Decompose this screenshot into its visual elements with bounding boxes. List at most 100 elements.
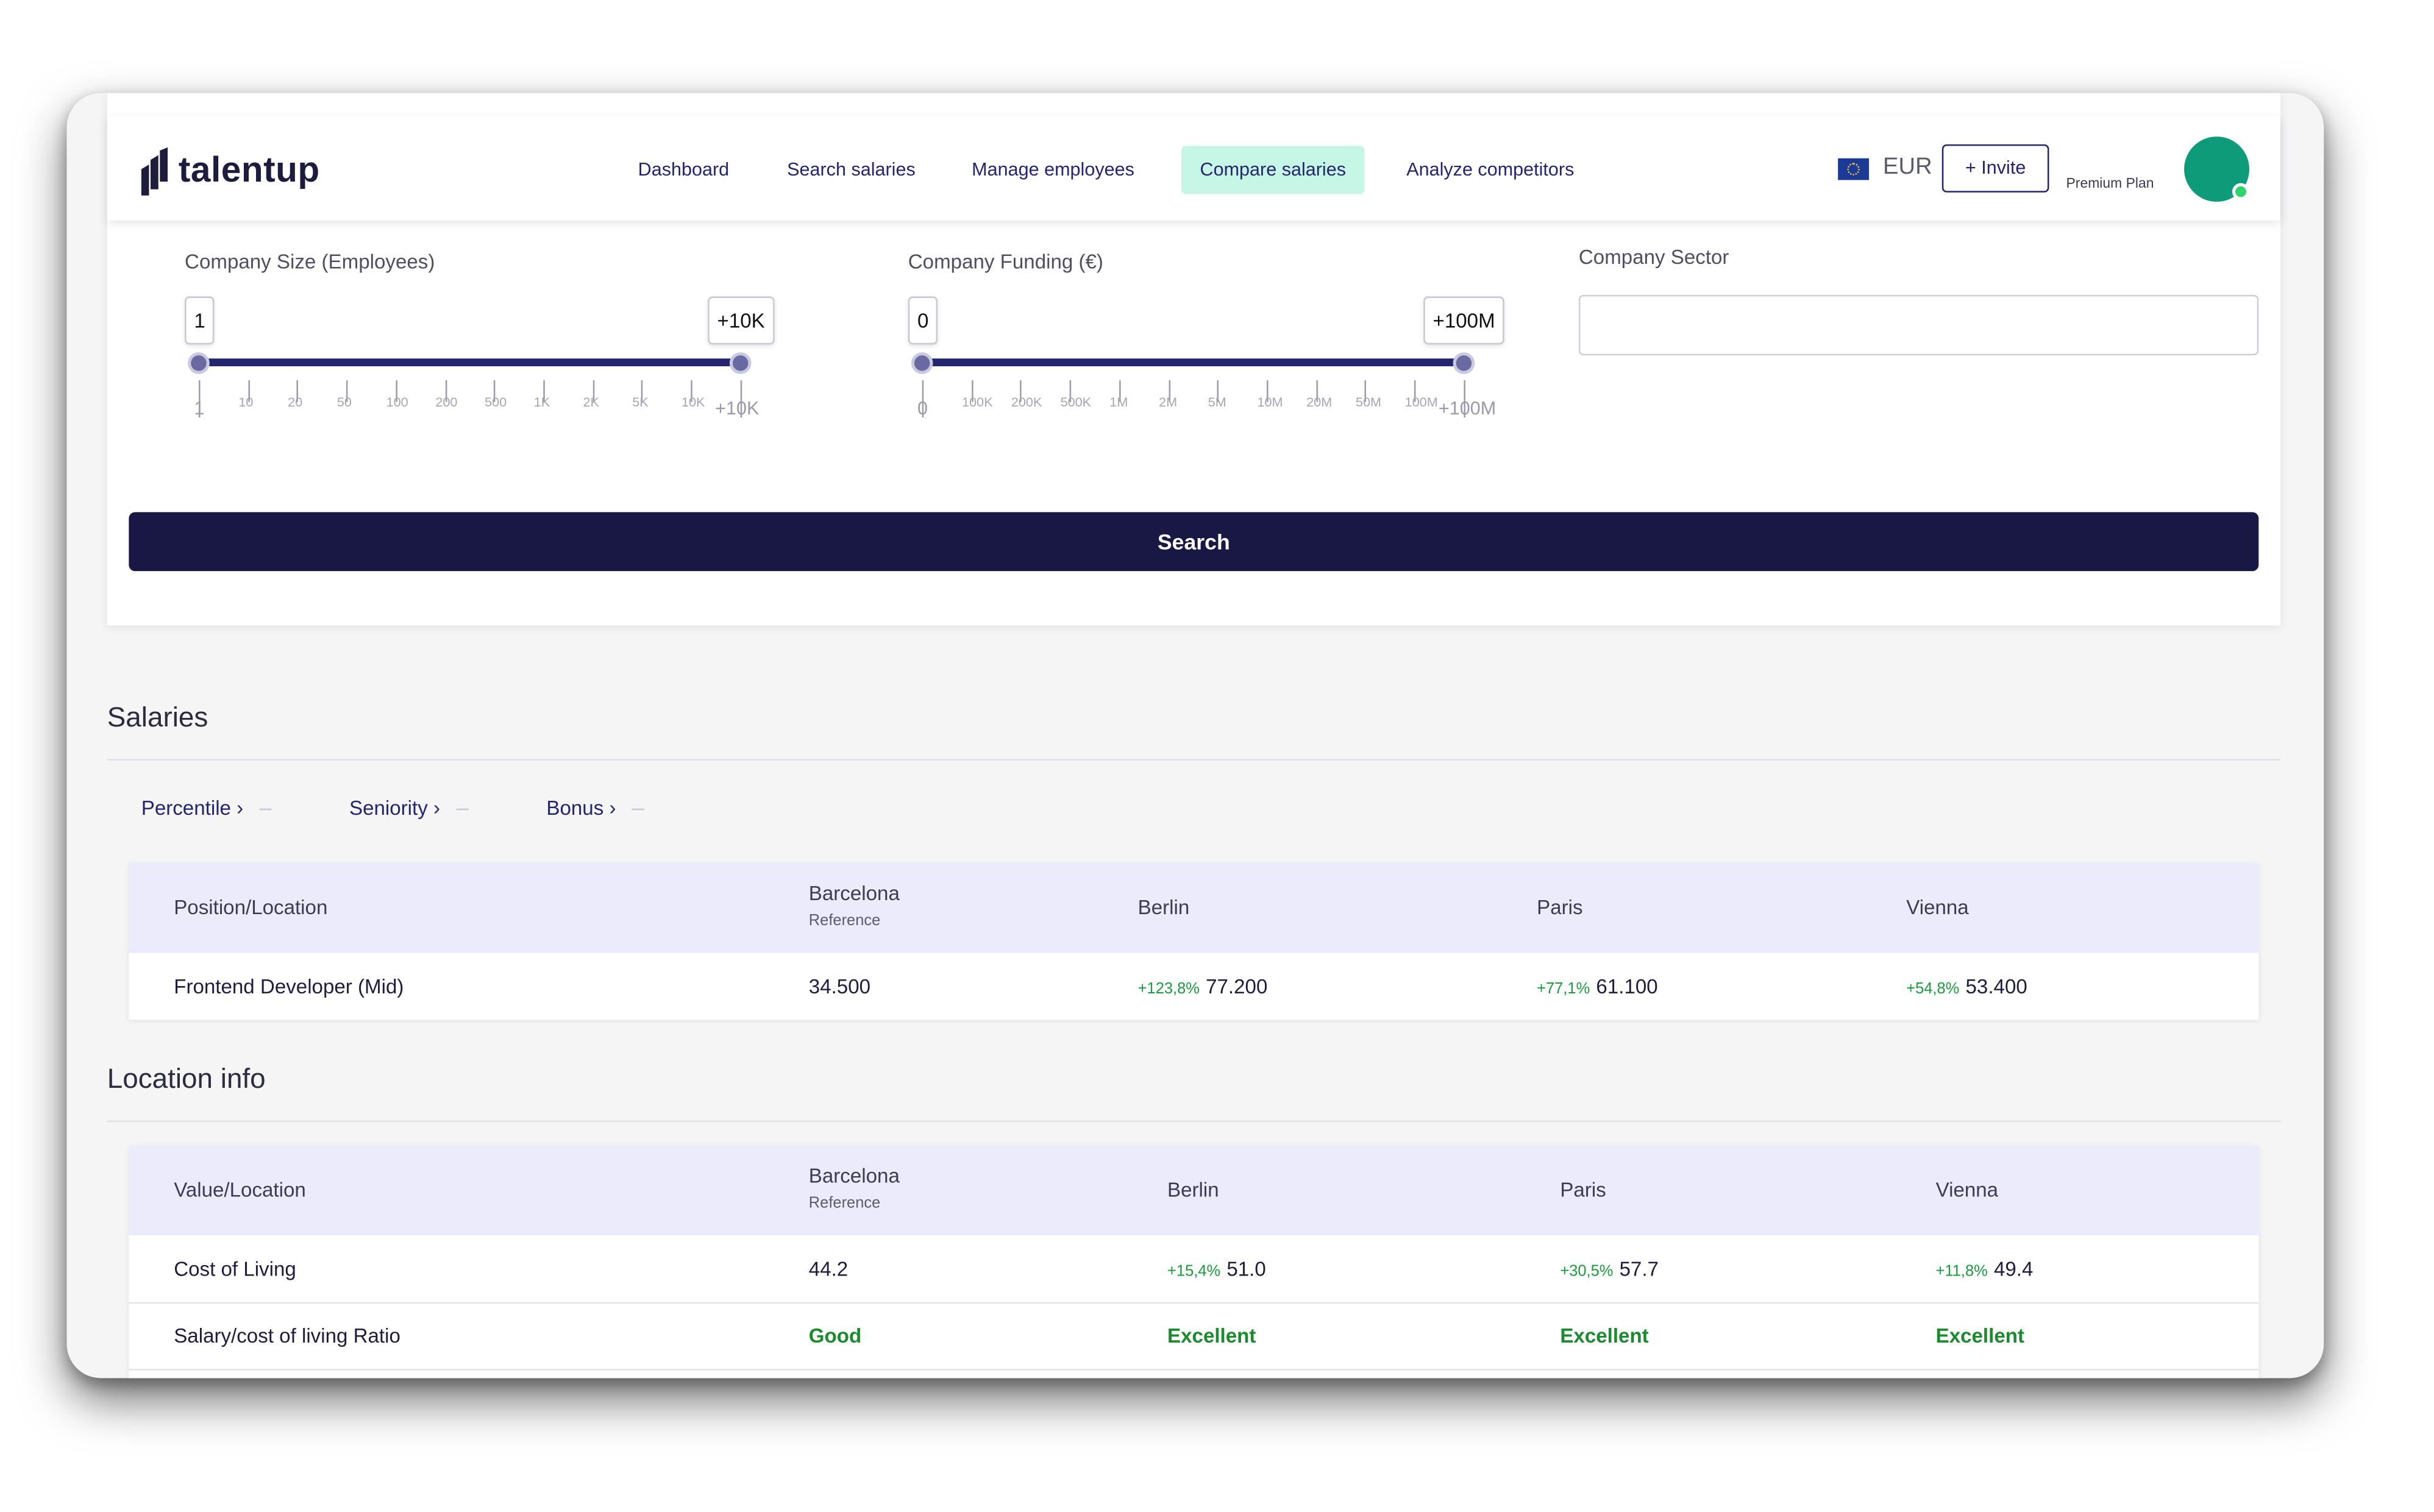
value-paris: 61.100 [1596, 974, 1658, 998]
talentup-logo-icon [141, 147, 168, 196]
column-header-position: Position/Location [174, 895, 328, 919]
ratio-berlin: Excellent [1167, 1324, 1256, 1347]
company-funding-min-handle[interactable] [911, 352, 933, 374]
reference-label: Reference [808, 912, 881, 930]
company-funding-tick-label: 50M [1355, 394, 1382, 410]
company-funding-tick-label: 500K [1060, 394, 1092, 410]
company-funding-slider-track[interactable] [922, 358, 1464, 366]
salary-paris: +77,1% 61.100 [1537, 974, 1658, 998]
salary-vienna: +54,8% 53.400 [1906, 974, 2027, 998]
company-funding-tick-label: 5M [1208, 394, 1226, 410]
company-funding-max-input[interactable]: +100M [1423, 296, 1504, 345]
company-size-tick-label: 10K [681, 394, 705, 410]
nav-dashboard[interactable]: Dashboard [619, 146, 748, 194]
company-size-slider-track[interactable] [198, 358, 741, 366]
tab-seniority-label: Seniority › [349, 796, 441, 820]
company-size-min-handle[interactable] [188, 352, 210, 374]
company-size-tick-label: +10K [715, 397, 760, 419]
ratio-paris: Excellent [1560, 1324, 1649, 1347]
value-berlin: 77.200 [1206, 974, 1268, 998]
salary-berlin: +123,8% 77.200 [1138, 974, 1268, 998]
ratio-barcelona: Good [808, 1324, 862, 1347]
row-divider [129, 1369, 2259, 1371]
column-header-barcelona: Barcelona [808, 881, 900, 905]
cost-berlin: +15,4% 51.0 [1167, 1257, 1266, 1280]
cost-vienna: +11,8% 49.4 [1936, 1257, 2034, 1280]
company-funding-tick-label: 1M [1109, 394, 1128, 410]
company-funding-tick-label: 200K [1011, 394, 1042, 410]
location-table-header: Value/Location Barcelona Reference Berli… [129, 1145, 2259, 1236]
nav-analyze-competitors[interactable]: Analyze competitors [1388, 146, 1593, 194]
company-sector-label: Company Sector [1578, 245, 1729, 269]
company-size-max-input[interactable]: +10K [708, 296, 775, 345]
company-funding-tick-label: 100K [962, 394, 993, 410]
column-header-berlin: Berlin [1167, 1177, 1219, 1202]
company-funding-tick-label: 2M [1159, 394, 1178, 410]
value-vienna: 53.400 [1965, 974, 2027, 998]
cost-barcelona: 44.2 [808, 1257, 849, 1280]
salaries-table-header: Position/Location Barcelona Reference Be… [129, 862, 2259, 953]
column-header-paris: Paris [1537, 895, 1583, 919]
salaries-section-title: Salaries [107, 701, 208, 733]
search-button[interactable]: Search [129, 512, 2259, 572]
location-divider [107, 1120, 2280, 1123]
column-header-vienna: Vienna [1935, 1177, 1999, 1202]
company-funding-tick-label: 100M [1404, 394, 1438, 410]
company-size-label: Company Size (Employees) [185, 250, 435, 274]
company-funding-label: Company Funding (€) [908, 250, 1103, 274]
top-navbar: talentup Dashboard Search salaries Manag… [107, 116, 2280, 221]
company-funding-min-input[interactable]: 0 [908, 296, 938, 345]
plan-label: Premium Plan [2066, 175, 2154, 191]
company-size-tick-label: 20 [288, 394, 303, 410]
column-header-vienna: Vienna [1906, 895, 1969, 919]
cost-paris: +30,5% 57.7 [1560, 1257, 1659, 1280]
tab-bonus-label: Bonus › [546, 796, 616, 820]
delta-berlin: +15,4% [1167, 1263, 1221, 1280]
company-size-tick-label: 200 [435, 394, 458, 410]
tab-percentile-label: Percentile › [141, 796, 244, 820]
company-funding-tick-label: +100M [1438, 397, 1496, 419]
tab-bonus[interactable]: Bonus › [546, 796, 644, 820]
company-sector-input[interactable] [1578, 294, 2259, 356]
row-label: Cost of Living [174, 1257, 296, 1280]
currency-selector[interactable]: EUR [1883, 154, 1932, 180]
eu-flag-icon[interactable] [1838, 158, 1870, 180]
delta-paris: +77,1% [1537, 981, 1590, 998]
ratio-vienna: Excellent [1935, 1324, 2025, 1347]
row-divider [129, 1302, 2259, 1304]
company-funding-max-handle[interactable] [1453, 352, 1475, 374]
tab-seniority[interactable]: Seniority › [349, 796, 468, 820]
app-window: talentup Dashboard Search salaries Manag… [66, 93, 2324, 1379]
invite-button[interactable]: + Invite [1941, 144, 2049, 193]
value-vienna: 49.4 [1993, 1257, 2034, 1280]
column-header-berlin: Berlin [1137, 895, 1190, 919]
column-header-paris: Paris [1560, 1177, 1606, 1202]
nav-manage-employees[interactable]: Manage employees [953, 146, 1153, 194]
column-header-value: Value/Location [174, 1177, 306, 1202]
company-size-min-input[interactable]: 1 [185, 296, 215, 345]
salaries-table: Position/Location Barcelona Reference Be… [129, 862, 2259, 1020]
tab-percentile[interactable]: Percentile › [141, 796, 272, 820]
company-size-tick-label: 10 [238, 394, 254, 410]
salaries-divider [107, 759, 2280, 761]
company-size-tick-label: 500 [485, 394, 507, 410]
reference-label: Reference [808, 1194, 881, 1212]
brand-logo-text[interactable]: talentup [179, 149, 320, 191]
company-funding-tick-label: 20M [1306, 394, 1333, 410]
company-size-tick-label: 1K [533, 394, 550, 410]
nav-search-salaries[interactable]: Search salaries [769, 146, 934, 194]
location-info-section-title: Location info [107, 1063, 266, 1095]
company-funding-tick-label: 10M [1257, 394, 1283, 410]
company-size-tick-label: 2K [583, 394, 599, 410]
company-funding-tick-label: 0 [917, 397, 928, 419]
value-paris: 57.7 [1619, 1257, 1659, 1280]
column-header-barcelona: Barcelona [808, 1163, 900, 1188]
location-info-table: Value/Location Barcelona Reference Berli… [129, 1145, 2259, 1379]
online-status-icon [2232, 183, 2250, 201]
company-size-tick-label: 50 [336, 394, 352, 410]
nav-compare-salaries[interactable]: Compare salaries [1181, 146, 1365, 194]
delta-vienna: +11,8% [1935, 1263, 1988, 1280]
company-size-tick-label: 100 [386, 394, 408, 410]
company-size-max-handle[interactable] [729, 352, 752, 374]
salary-barcelona: 34.500 [808, 974, 871, 998]
